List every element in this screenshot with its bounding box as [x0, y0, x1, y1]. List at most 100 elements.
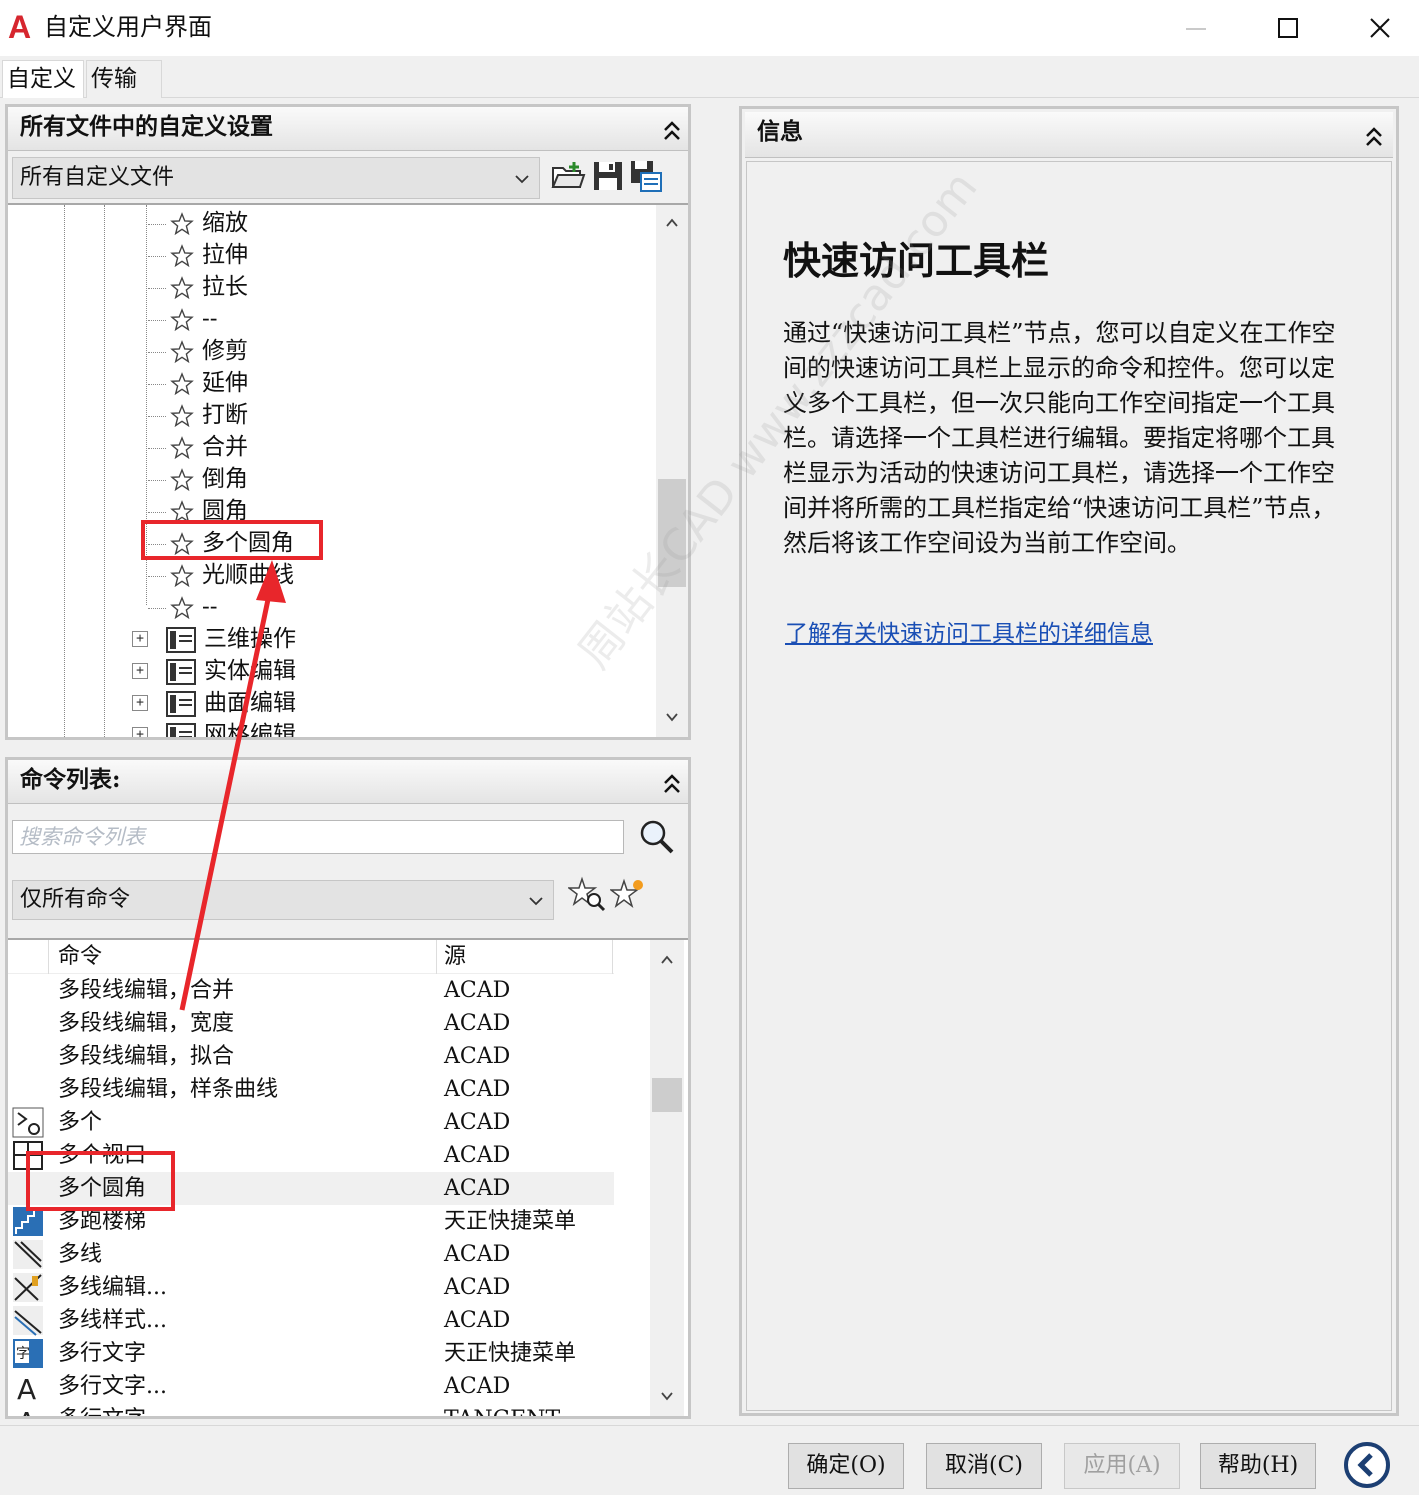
close-button[interactable]: [1334, 0, 1419, 56]
command-row[interactable]: 多段线编辑，合并 ACAD: [8, 974, 614, 1007]
tree-item-command[interactable]: 倒角: [148, 463, 248, 495]
command-search-input[interactable]: 搜索命令列表: [12, 820, 624, 854]
mline-edit-icon: [12, 1272, 44, 1303]
tree-item-label: 延伸: [202, 370, 248, 396]
command-star-icon: [170, 404, 194, 428]
command-row[interactable]: 多段线编辑，宽度 ACAD: [8, 1007, 614, 1040]
command-filter-dropdown[interactable]: 仅所有命令: [12, 880, 554, 920]
minimize-icon: [1186, 28, 1206, 30]
command-row[interactable]: A 多行文字... ACAD: [8, 1370, 614, 1406]
cancel-button[interactable]: 取消(C): [926, 1443, 1042, 1489]
command-name: 多段线编辑，样条曲线: [58, 1077, 279, 1102]
scroll-down-icon[interactable]: [664, 709, 680, 725]
tree-item-command[interactable]: 拉伸: [148, 239, 248, 271]
tree-guide-line: [64, 205, 65, 737]
apply-button[interactable]: 应用(A): [1064, 1443, 1180, 1489]
customization-files-dropdown[interactable]: 所有自定义文件: [12, 157, 540, 199]
tree-guide-line: [104, 205, 105, 737]
column-divider: [612, 940, 613, 974]
highlight-box-command: [26, 1151, 175, 1211]
tab-customize[interactable]: 自定义: [2, 60, 84, 98]
tree-item-command[interactable]: --: [148, 591, 218, 623]
command-scroll-thumb[interactable]: [652, 1078, 682, 1112]
tree-item-command[interactable]: --: [148, 303, 218, 335]
command-source: ACAD: [444, 1011, 511, 1036]
expand-icon[interactable]: +: [132, 695, 148, 711]
tree-item-label: 缩放: [202, 210, 248, 236]
mtext-icon: A: [12, 1371, 44, 1406]
column-header-command[interactable]: 命令: [58, 940, 102, 974]
scroll-up-icon[interactable]: [659, 952, 675, 968]
minimize-button[interactable]: [1150, 0, 1242, 56]
tree-scrollbar[interactable]: [656, 205, 688, 737]
tree-item-command[interactable]: 修剪: [148, 335, 248, 367]
tree-item-group[interactable]: + 网格编辑: [132, 719, 296, 737]
mline-icon: [12, 1239, 44, 1270]
tree-item-group[interactable]: + 实体编辑: [132, 655, 296, 687]
save-icon[interactable]: [590, 159, 626, 193]
files-dropdown-value: 所有自定义文件: [20, 165, 175, 190]
expand-icon[interactable]: +: [132, 727, 148, 737]
tree-item-label: 光顺曲线: [202, 562, 294, 588]
tree-item-command[interactable]: 延伸: [148, 367, 248, 399]
tree-item-label: 修剪: [202, 338, 248, 364]
command-source: ACAD: [444, 1242, 511, 1267]
collapse-icon[interactable]: [1362, 125, 1386, 149]
open-file-icon[interactable]: [550, 159, 586, 193]
tab-transfer[interactable]: 传输: [86, 60, 162, 98]
help-button[interactable]: 帮助(H): [1200, 1443, 1316, 1489]
mtext-tangent-icon: 字: [12, 1338, 44, 1369]
tree-item-label: 曲面编辑: [204, 690, 296, 716]
command-row[interactable]: 多个 ACAD: [8, 1106, 614, 1139]
command-name: 多段线编辑，拟合: [58, 1044, 235, 1069]
command-row[interactable]: 多线 ACAD: [8, 1238, 614, 1271]
command-name: 多线样式...: [58, 1308, 167, 1333]
column-divider: [48, 940, 49, 974]
tree-item-label: --: [202, 594, 218, 620]
command-name: 多行文字...: [58, 1374, 167, 1399]
table-header: 命令 源: [8, 940, 614, 974]
command-row[interactable]: 多线样式... ACAD: [8, 1304, 614, 1337]
command-row[interactable]: 字 多行文字 天正快捷菜单: [8, 1337, 614, 1370]
new-command-icon[interactable]: [610, 876, 650, 912]
expand-icon[interactable]: +: [132, 663, 148, 679]
expand-icon[interactable]: +: [132, 631, 148, 647]
scroll-up-icon[interactable]: [664, 215, 680, 231]
save-as-icon[interactable]: [628, 159, 664, 193]
tree-item-group[interactable]: + 三维操作: [132, 623, 296, 655]
find-command-icon[interactable]: [568, 876, 608, 912]
command-star-icon: [170, 340, 194, 364]
command-star-icon: [170, 244, 194, 268]
command-scrollbar[interactable]: [650, 940, 684, 1416]
search-icon[interactable]: [638, 818, 676, 856]
collapse-icon[interactable]: [660, 119, 684, 143]
scroll-down-icon[interactable]: [659, 1388, 675, 1404]
command-source: ACAD: [444, 1143, 511, 1168]
filter-dropdown-value: 仅所有命令: [20, 887, 131, 912]
tree-item-group[interactable]: + 曲面编辑: [132, 687, 296, 719]
window-title: 自定义用户界面: [44, 13, 212, 41]
command-row[interactable]: 多线编辑... ACAD: [8, 1271, 614, 1304]
collapse-icon[interactable]: [660, 772, 684, 796]
column-header-source[interactable]: 源: [444, 940, 466, 974]
tree-item-command[interactable]: 合并: [148, 431, 248, 463]
ok-button[interactable]: 确定(O): [788, 1443, 904, 1489]
tree-item-command[interactable]: 缩放: [148, 207, 248, 239]
command-row[interactable]: 多段线编辑，样条曲线 ACAD: [8, 1073, 614, 1106]
command-source: 天正快捷菜单: [444, 1209, 577, 1234]
tree-item-command[interactable]: 光顺曲线: [148, 559, 294, 591]
mtext-icon: A: [12, 1404, 44, 1416]
multiple-icon: [12, 1107, 44, 1138]
tree-connector: [148, 479, 166, 481]
command-row[interactable]: 多段线编辑，拟合 ACAD: [8, 1040, 614, 1073]
command-row[interactable]: A 多行文字 TANGENT: [8, 1403, 614, 1416]
toolbar-icon: [166, 723, 196, 737]
tree-connector: [148, 351, 166, 353]
tree-item-label: 拉长: [202, 274, 248, 300]
collapse-panels-icon[interactable]: [1342, 1440, 1392, 1490]
command-star-icon: [170, 596, 194, 620]
learn-more-link[interactable]: 了解有关快速访问工具栏的详细信息: [785, 614, 1153, 648]
maximize-button[interactable]: [1242, 0, 1334, 56]
tree-item-command[interactable]: 打断: [148, 399, 248, 431]
tree-item-command[interactable]: 拉长: [148, 271, 248, 303]
